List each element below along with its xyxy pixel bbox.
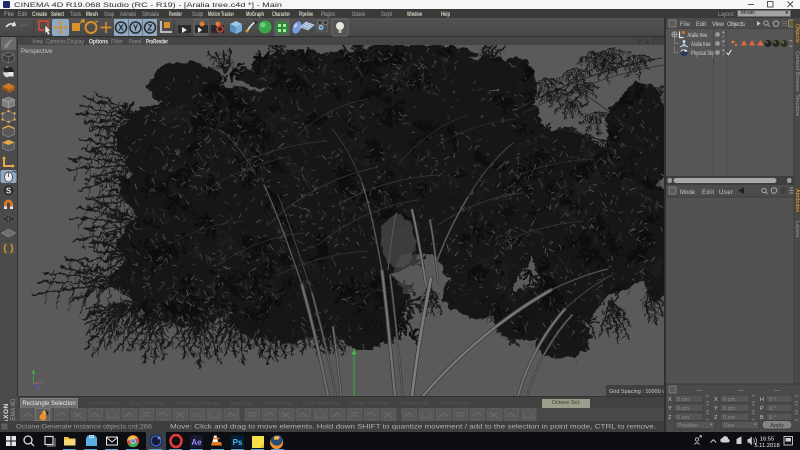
svg-text:CINEMA 4D R19.068 Studio (RC -: CINEMA 4D R19.068 Studio (RC - R19) - [A…	[14, 2, 283, 9]
svg-text:Script: Script	[381, 12, 392, 18]
svg-text:0 cm: 0 cm	[677, 397, 689, 403]
svg-text:MoGraph: MoGraph	[246, 12, 264, 18]
svg-text:Objects: Objects	[727, 22, 745, 28]
svg-text:Render: Render	[169, 12, 182, 18]
svg-text:Sculpt: Sculpt	[192, 12, 203, 18]
svg-text:B: B	[760, 415, 764, 421]
svg-text:Structure: Structure	[794, 94, 800, 116]
svg-text:Tools: Tools	[70, 12, 81, 18]
svg-text:—: —	[774, 388, 780, 394]
svg-text:Move: Click and drag to move e: Move: Click and drag to move elements. H…	[170, 425, 656, 431]
svg-text:Layout:: Layout:	[718, 12, 735, 18]
svg-text:View: View	[712, 22, 725, 28]
svg-text:0 cm: 0 cm	[677, 415, 689, 421]
svg-text:Snap: Snap	[104, 12, 114, 18]
svg-text:5.11.2018: 5.11.2018	[754, 443, 779, 449]
svg-text:—: —	[738, 388, 744, 394]
svg-text:Mode: Mode	[680, 190, 696, 196]
svg-text:Grid Spacing : 10000 cm: Grid Spacing : 10000 cm	[609, 389, 664, 395]
svg-text:0 cm: 0 cm	[723, 397, 735, 403]
svg-text:Attributes: Attributes	[794, 189, 800, 212]
svg-text:0 °: 0 °	[769, 397, 776, 403]
svg-text:X: X	[714, 397, 718, 403]
svg-text:Ae: Ae	[191, 438, 202, 447]
svg-text:Create: Create	[32, 12, 48, 18]
svg-text:Edit: Edit	[18, 12, 27, 18]
svg-text:Physical Sky: Physical Sky	[691, 51, 714, 57]
svg-text:X: X	[668, 397, 672, 403]
svg-text:Edit: Edit	[702, 190, 714, 196]
svg-text:0 °: 0 °	[769, 406, 776, 412]
svg-text:Help: Help	[441, 12, 450, 18]
svg-text:Objects: Objects	[794, 24, 800, 43]
svg-text:H: H	[760, 397, 764, 403]
svg-text:0 cm: 0 cm	[723, 406, 735, 412]
svg-text:S: S	[6, 187, 12, 196]
svg-text:P: P	[760, 406, 764, 412]
svg-text:Aralia tree: Aralia tree	[688, 33, 708, 39]
svg-text:File: File	[680, 22, 691, 28]
svg-text:Ps: Ps	[233, 438, 243, 447]
svg-text:—: —	[696, 388, 702, 394]
svg-text:User: User	[719, 190, 733, 196]
svg-text:Size: Size	[724, 423, 735, 429]
svg-text:Y: Y	[133, 24, 139, 33]
svg-text:Select: Select	[51, 12, 64, 18]
svg-text:0 cm: 0 cm	[723, 415, 735, 421]
svg-text:Character: Character	[272, 12, 290, 18]
svg-text:Content Browser: Content Browser	[794, 51, 800, 92]
svg-text:File: File	[4, 12, 15, 18]
svg-text:Mesh: Mesh	[86, 12, 98, 18]
svg-text:Pipeline: Pipeline	[299, 12, 313, 18]
svg-text:Octane: Octane	[352, 12, 365, 18]
svg-text:16:55: 16:55	[760, 437, 775, 443]
svg-text:Layers: Layers	[794, 221, 800, 238]
svg-text:Z: Z	[148, 24, 153, 33]
svg-text:Simulate: Simulate	[142, 12, 159, 18]
svg-text:Y: Y	[714, 406, 718, 412]
svg-text:Octane:Generate instance objec: Octane:Generate instance objects cnt:266	[16, 425, 153, 431]
svg-text:Animate: Animate	[120, 12, 136, 18]
svg-text:Position: Position	[678, 423, 698, 429]
svg-text:Y: Y	[668, 406, 672, 412]
svg-text:Window: Window	[407, 12, 422, 18]
svg-text:Edit: Edit	[696, 22, 706, 28]
svg-text:Motion Tracker: Motion Tracker	[208, 12, 234, 18]
svg-text:X: X	[118, 24, 124, 33]
svg-text:0 cm: 0 cm	[677, 406, 689, 412]
svg-text:Plugins: Plugins	[321, 12, 335, 18]
svg-text:Aralia tree: Aralia tree	[691, 42, 711, 48]
svg-text:Apply: Apply	[770, 423, 784, 429]
svg-text:Perspective: Perspective	[21, 49, 53, 55]
